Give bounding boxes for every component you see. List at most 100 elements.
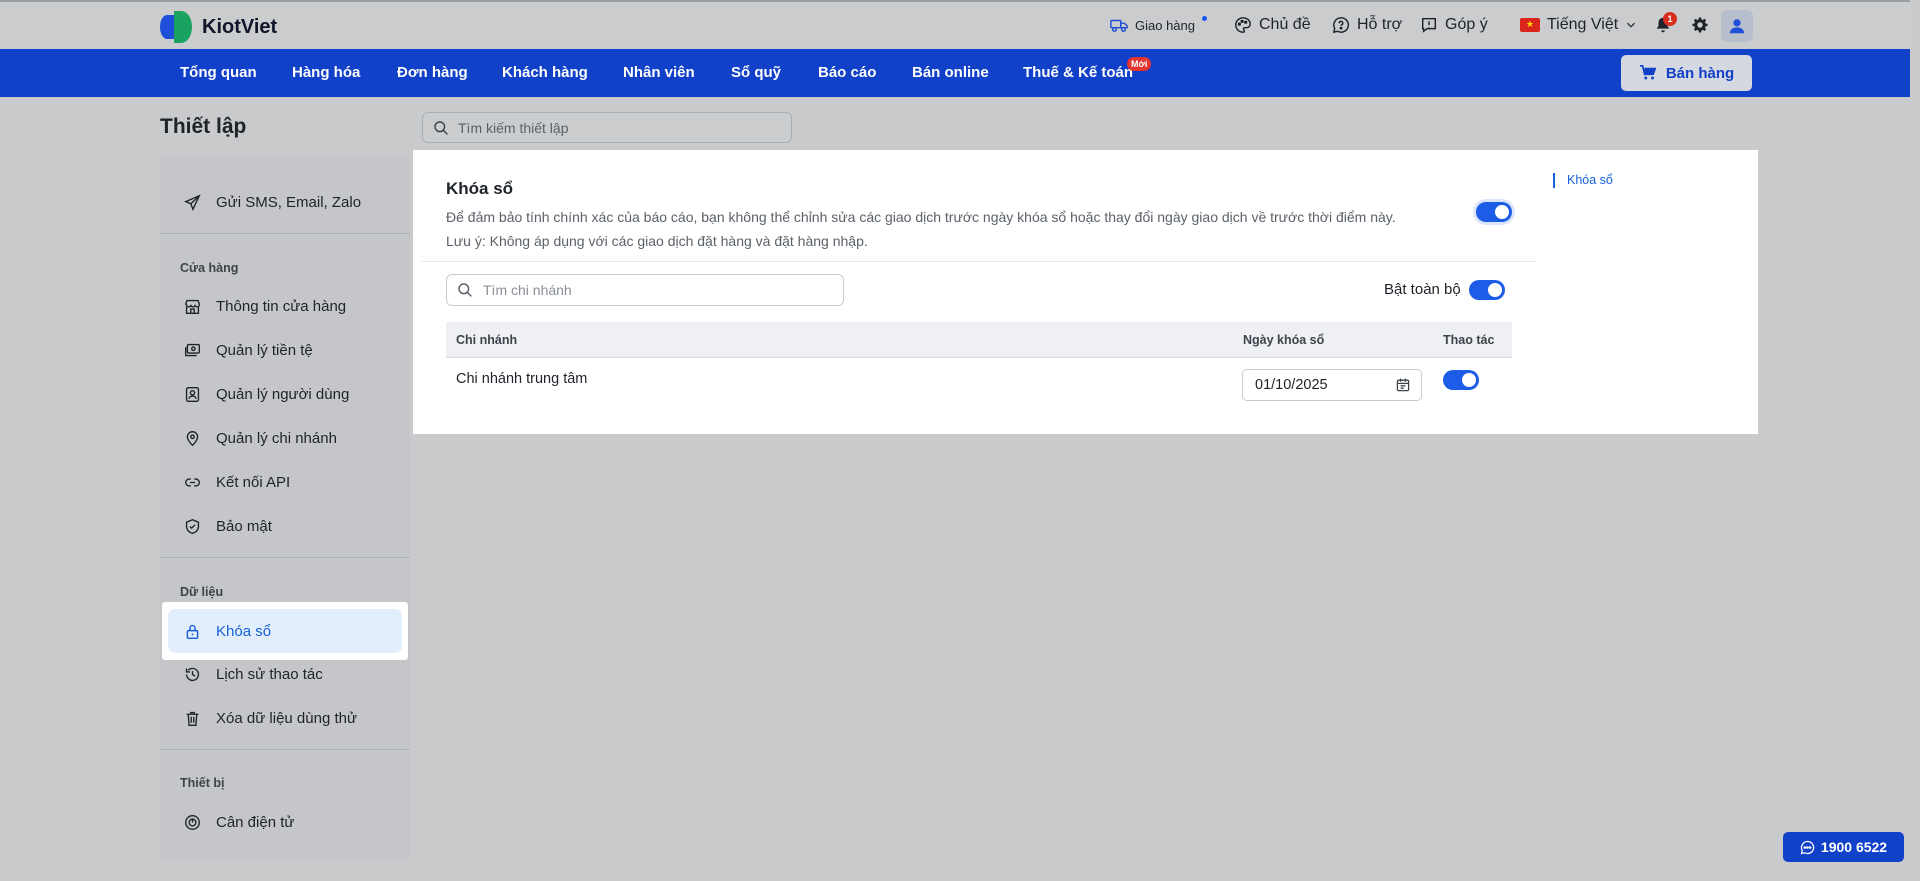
- sidebar-item-messaging[interactable]: Gửi SMS, Email, Zalo: [160, 180, 410, 224]
- search-icon: [434, 120, 448, 135]
- hotline-button[interactable]: 1900 6522: [1783, 832, 1904, 862]
- sidebar-item-label: Gửi SMS, Email, Zalo: [216, 193, 362, 211]
- lock-date-input[interactable]: 01/10/2025: [1242, 369, 1422, 401]
- nav-tax-accounting[interactable]: Thuế & Kế toán: [1023, 49, 1133, 97]
- nav-customers[interactable]: Khách hàng: [502, 49, 588, 97]
- sidebar-item-store-info[interactable]: Thông tin cửa hàng: [160, 284, 410, 328]
- sidebar-item-users[interactable]: Quản lý người dùng: [160, 372, 410, 416]
- enable-all-toggle[interactable]: [1469, 280, 1505, 300]
- sell-button[interactable]: Bán hàng: [1621, 55, 1752, 91]
- sidebar-item-api[interactable]: Kết nối API: [160, 460, 410, 504]
- branch-search-input[interactable]: Tìm chi nhánh: [446, 274, 844, 306]
- shield-icon: [185, 518, 200, 534]
- theme-link[interactable]: Chủ đề: [1234, 16, 1311, 34]
- nav-products[interactable]: Hàng hóa: [292, 49, 360, 97]
- delivery-label: Giao hàng: [1135, 17, 1195, 33]
- calendar-icon[interactable]: [1395, 377, 1411, 393]
- sidebar-item-lock-books[interactable]: Khóa sổ: [168, 609, 402, 653]
- send-icon: [184, 193, 201, 211]
- search-icon: [458, 283, 472, 297]
- feedback-link[interactable]: Góp ý: [1420, 16, 1488, 34]
- hotline-number: 1900 6522: [1820, 839, 1888, 855]
- support-link[interactable]: Hỗ trợ: [1332, 16, 1402, 34]
- palette-icon: [1235, 17, 1251, 33]
- nav-employees[interactable]: Nhân viên: [623, 49, 695, 97]
- feedback-icon: [1421, 17, 1437, 33]
- help-chat-icon: [1332, 17, 1350, 34]
- delivery-truck-icon: [1110, 19, 1128, 33]
- section-title: Khóa sổ: [446, 179, 514, 198]
- table-cell-branch: Chi nhánh trung tâm: [456, 371, 588, 387]
- sidebar-heading-device: Thiết bị: [180, 776, 225, 790]
- store-icon: [184, 299, 200, 314]
- user-card-icon: [185, 386, 200, 402]
- settings-button[interactable]: [1691, 16, 1709, 34]
- sidebar-item-label: Thông tin cửa hàng: [216, 297, 347, 315]
- user-avatar-button[interactable]: [1721, 10, 1753, 42]
- user-icon: [1729, 19, 1745, 34]
- chevron-down-icon: [1627, 22, 1636, 28]
- anchor-active-bar: [1553, 173, 1555, 188]
- feedback-label: Góp ý: [1445, 16, 1488, 33]
- sidebar-item-label: Kết nối API: [216, 473, 291, 491]
- branch-search-placeholder: Tìm chi nhánh: [483, 282, 572, 298]
- notification-count-badge: 1: [1663, 12, 1677, 26]
- theme-label: Chủ đề: [1259, 16, 1311, 33]
- description-text: Để đảm bảo tính chính xác của báo cáo, b…: [446, 209, 1396, 225]
- settings-search-placeholder: Tìm kiếm thiết lập: [458, 119, 569, 136]
- page-scrollbar[interactable]: [1910, 0, 1920, 881]
- vietnam-flag-icon: [1520, 18, 1540, 32]
- sidebar-item-label: Quản lý tiền tệ: [216, 341, 313, 359]
- delivery-link[interactable]: Giao hàng: [1110, 16, 1207, 34]
- sidebar-item-label: Bảo mật: [216, 517, 272, 535]
- sidebar-item-label: Xóa dữ liệu dùng thử: [216, 709, 358, 727]
- main-nav: Tổng quan Hàng hóa Đơn hàng Khách hàng N…: [0, 49, 1910, 97]
- sidebar-item-delete-trial[interactable]: Xóa dữ liệu dùng thử: [160, 696, 410, 740]
- trash-icon: [186, 711, 199, 726]
- nav-online-sales[interactable]: Bán online: [912, 49, 989, 97]
- money-icon: [185, 343, 200, 356]
- card-divider: [422, 261, 1536, 262]
- sidebar-item-currency[interactable]: Quản lý tiền tệ: [160, 328, 410, 372]
- notification-button[interactable]: 1: [1654, 12, 1677, 34]
- anchor-link-lock-books[interactable]: Khóa sổ: [1567, 173, 1613, 187]
- page-title: Thiết lập: [160, 115, 247, 138]
- nav-orders[interactable]: Đơn hàng: [397, 49, 468, 97]
- sidebar-item-scale[interactable]: Cân điện tử: [160, 800, 410, 844]
- sidebar-divider: [160, 749, 410, 750]
- brand-name: KiotViet: [202, 15, 278, 38]
- sidebar-item-label: Cân điện tử: [216, 813, 295, 831]
- description-note: Lưu ý: Không áp dụng với các giao dịch đ…: [446, 233, 868, 249]
- language-label: Tiếng Việt: [1547, 16, 1619, 33]
- sidebar-divider: [160, 233, 410, 234]
- scale-icon: [185, 814, 200, 830]
- cart-icon: [1639, 64, 1657, 80]
- sidebar-item-label: Quản lý người dùng: [216, 385, 350, 403]
- column-header-action: Thao tác: [1443, 333, 1495, 347]
- sell-button-label: Bán hàng: [1665, 64, 1735, 82]
- sidebar-item-label: Lịch sử thao tác: [216, 665, 323, 683]
- settings-search-input[interactable]: Tìm kiếm thiết lập: [422, 112, 792, 143]
- branch-lock-toggle[interactable]: [1443, 370, 1479, 390]
- sidebar-divider: [160, 557, 410, 558]
- brand-logo[interactable]: KiotViet: [160, 11, 277, 43]
- history-icon: [185, 667, 200, 681]
- nav-cashbook[interactable]: Sổ quỹ: [731, 49, 781, 97]
- column-header-lock-date: Ngày khóa sổ: [1243, 333, 1325, 347]
- link-icon: [185, 477, 200, 487]
- sidebar-item-branches[interactable]: Quản lý chi nhánh: [160, 416, 410, 460]
- sidebar-item-label: Khóa sổ: [216, 622, 272, 640]
- table-header: [446, 322, 1512, 358]
- support-label: Hỗ trợ: [1357, 16, 1403, 33]
- nav-overview[interactable]: Tổng quan: [180, 49, 257, 97]
- lock-icon: [186, 624, 199, 639]
- kiotviet-logo-icon: [160, 11, 194, 43]
- delivery-new-dot: [1202, 16, 1207, 21]
- section-description: Để đảm bảo tính chính xác của báo cáo, b…: [446, 205, 1396, 253]
- nav-reports[interactable]: Báo cáo: [818, 49, 876, 97]
- language-select[interactable]: Tiếng Việt: [1520, 16, 1637, 34]
- sidebar-heading-data: Dữ liệu: [180, 585, 224, 599]
- sidebar-item-security[interactable]: Bảo mật: [160, 504, 410, 548]
- lock-books-master-toggle[interactable]: [1476, 202, 1512, 222]
- gear-icon: [1692, 17, 1708, 33]
